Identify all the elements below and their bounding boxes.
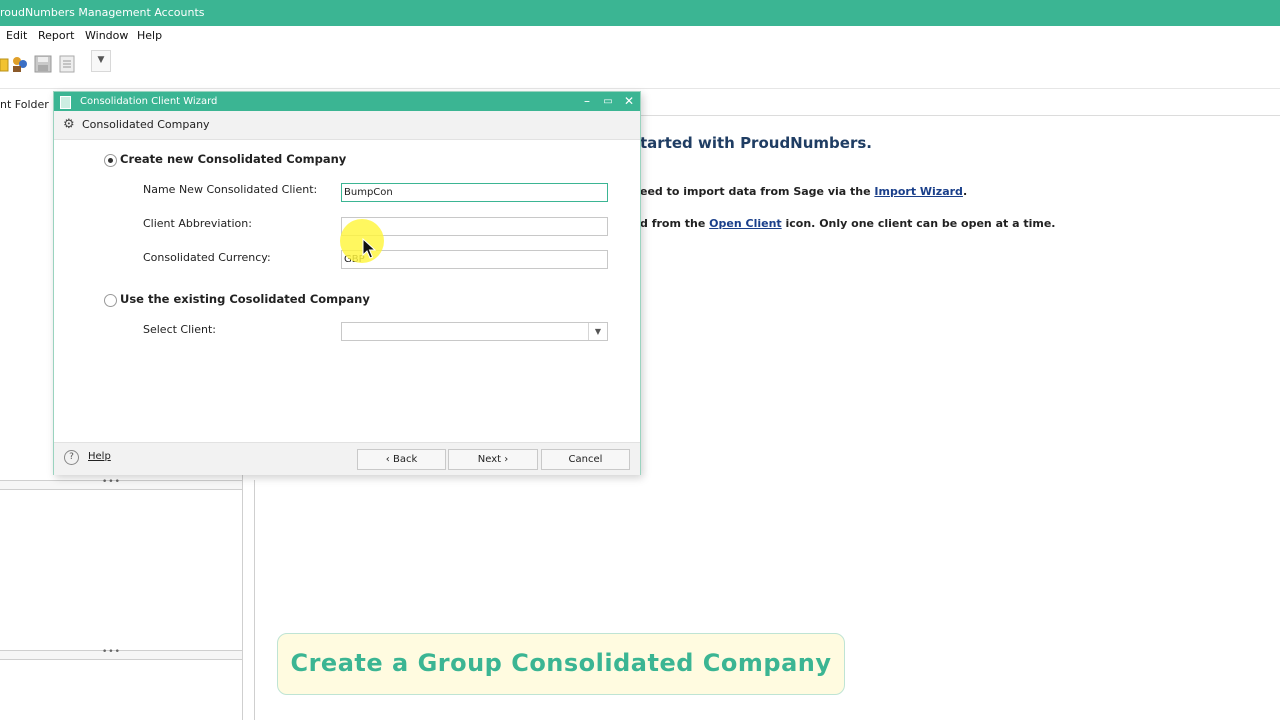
- client-abbreviation-label: Client Abbreviation:: [143, 217, 252, 230]
- report-icon[interactable]: [58, 55, 76, 73]
- import-wizard-link[interactable]: Import Wizard: [874, 185, 963, 198]
- chevron-down-icon[interactable]: ▼: [588, 323, 607, 340]
- wizard-title: Consolidation Client Wizard: [80, 96, 218, 107]
- gear-icon: ⚙: [63, 117, 75, 132]
- main-panel-divider: [254, 480, 255, 720]
- cancel-button[interactable]: Cancel: [541, 449, 630, 470]
- welcome-line-open-prefix: d from the: [640, 217, 710, 230]
- welcome-line-import-suffix: .: [962, 185, 968, 198]
- name-client-label: Name New Consolidated Client:: [143, 183, 318, 196]
- app-title: roudNumbers Management Accounts: [0, 6, 205, 19]
- next-button-label: Next: [477, 454, 502, 465]
- next-button[interactable]: Next ›: [448, 449, 538, 470]
- caption-text: Create a Group Consolidated Company: [290, 649, 832, 677]
- mouse-cursor-icon: [362, 238, 376, 259]
- select-client-label: Select Client:: [143, 323, 216, 336]
- menu-bar: Edit Report Window Help: [0, 26, 1280, 45]
- consolidated-currency-label: Consolidated Currency:: [143, 251, 271, 264]
- open-client-link[interactable]: Open Client: [709, 217, 782, 230]
- radio-use-existing[interactable]: [104, 294, 117, 307]
- save-icon[interactable]: [34, 55, 52, 73]
- toolbar: [0, 46, 1280, 89]
- consolidated-currency-input[interactable]: [341, 250, 608, 269]
- maximize-icon[interactable]: ▭: [600, 92, 616, 111]
- name-client-input[interactable]: [341, 183, 608, 202]
- wizard-header: ⚙ Consolidated Company: [54, 111, 640, 140]
- welcome-line-import-prefix: eed to import data from Sage via the: [640, 185, 875, 198]
- clients-icon[interactable]: [11, 55, 29, 73]
- dropdown-arrow-icon[interactable]: ▼: [91, 50, 111, 72]
- radio-create-new[interactable]: [104, 154, 117, 167]
- radio-use-existing-label[interactable]: Use the existing Cosolidated Company: [120, 292, 370, 306]
- close-icon[interactable]: ✕: [621, 92, 637, 111]
- wizard-header-label: Consolidated Company: [82, 118, 210, 131]
- select-client-dropdown[interactable]: ▼: [341, 322, 608, 341]
- app-titlebar: roudNumbers Management Accounts: [0, 0, 1280, 26]
- help-link[interactable]: Help: [88, 443, 111, 471]
- welcome-line-open-suffix: icon. Only one client can be open at a t…: [781, 217, 1056, 230]
- back-button[interactable]: ‹ Back: [357, 449, 446, 470]
- menu-help[interactable]: Help: [137, 26, 162, 45]
- menu-edit[interactable]: Edit: [6, 26, 27, 45]
- panel-splitter-top[interactable]: •••: [0, 477, 242, 490]
- folder-tab-label[interactable]: nt Folder: [0, 94, 49, 115]
- menu-window[interactable]: Window: [85, 26, 128, 45]
- caption-banner: Create a Group Consolidated Company: [277, 633, 845, 695]
- welcome-line-import: eed to import data from Sage via the Imp…: [640, 185, 967, 198]
- back-arrow-icon: ‹: [385, 454, 393, 465]
- welcome-line-open: d from the Open Client icon. Only one cl…: [640, 217, 1055, 230]
- minimize-icon[interactable]: –: [579, 92, 595, 111]
- radio-create-new-label[interactable]: Create new Consolidated Company: [120, 152, 346, 166]
- next-arrow-icon: ›: [501, 454, 509, 465]
- help-icon[interactable]: ?: [64, 450, 79, 465]
- wizard-app-icon: [60, 96, 71, 109]
- consolidation-wizard-dialog: Consolidation Client Wizard – ▭ ✕ ⚙ Cons…: [53, 91, 641, 475]
- panel-splitter-bottom[interactable]: •••: [0, 647, 242, 660]
- menu-report[interactable]: Report: [38, 26, 74, 45]
- wizard-titlebar[interactable]: Consolidation Client Wizard – ▭ ✕: [54, 92, 640, 111]
- wizard-footer: ? Help ‹ Back Next › Cancel: [54, 442, 640, 475]
- back-button-label: Back: [392, 454, 418, 465]
- welcome-title: tarted with ProudNumbers.: [640, 134, 872, 152]
